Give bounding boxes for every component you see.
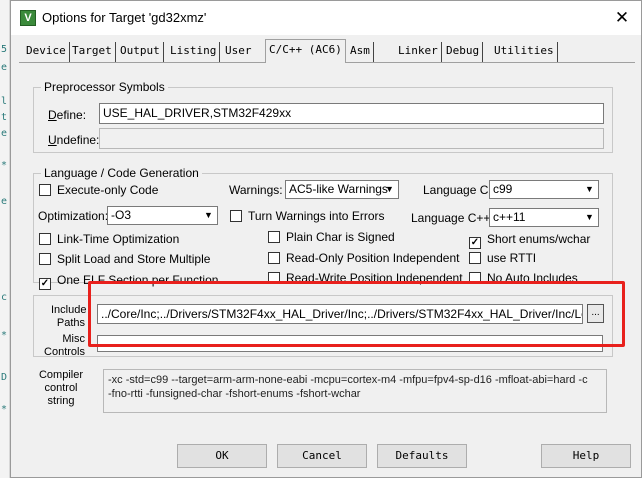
checkbox-box bbox=[230, 210, 242, 222]
checkbox-box bbox=[39, 184, 51, 196]
bg-char: e bbox=[1, 128, 8, 139]
short-enums-checkbox[interactable]: ✓ Short enums/wchar bbox=[469, 232, 590, 249]
warnings-select[interactable]: AC5-like Warnings ▼ bbox=[285, 180, 399, 199]
misc-controls-label: Misc Controls bbox=[44, 333, 85, 358]
execute-only-checkbox[interactable]: Execute-only Code bbox=[39, 183, 158, 197]
plain-char-checkbox[interactable]: Plain Char is Signed bbox=[268, 230, 395, 244]
warnings-label: Warnings: bbox=[229, 183, 283, 197]
chevron-down-icon: ▼ bbox=[204, 210, 213, 220]
checkbox-box: ✓ bbox=[469, 237, 481, 249]
define-label: Define: bbox=[48, 108, 87, 122]
bg-char: * bbox=[1, 404, 8, 415]
undefine-input[interactable] bbox=[99, 128, 604, 149]
tab-debug[interactable]: Debug bbox=[443, 42, 484, 62]
background-editor-strip: 5 e l t e * e c * D * bbox=[0, 0, 10, 478]
checkbox-box bbox=[268, 252, 280, 264]
title-bar: V Options for Target 'gd32xmz' ✕ bbox=[11, 1, 641, 35]
undefine-label: Undefine: bbox=[48, 133, 100, 147]
define-input[interactable]: USE_HAL_DRIVER,STM32F429xx bbox=[99, 103, 604, 124]
tab-cpp-ac6[interactable]: C/C++ (AC6) bbox=[265, 39, 346, 63]
bg-char: * bbox=[1, 160, 8, 171]
language-cpp-label: Language C++: bbox=[411, 211, 494, 225]
tab-asm[interactable]: Asm bbox=[347, 42, 374, 62]
defaults-button[interactable]: Defaults bbox=[377, 444, 467, 468]
language-c-select[interactable]: c99 ▼ bbox=[489, 180, 599, 199]
use-rtti-checkbox[interactable]: use RTTI bbox=[469, 251, 536, 265]
split-load-checkbox[interactable]: Split Load and Store Multiple bbox=[39, 252, 210, 266]
chevron-down-icon: ▼ bbox=[385, 184, 394, 194]
language-c-label: Language C: bbox=[423, 183, 492, 197]
tab-user[interactable]: User bbox=[222, 42, 255, 62]
options-dialog: V Options for Target 'gd32xmz' ✕ Device … bbox=[10, 0, 642, 478]
tab-listing[interactable]: Listing bbox=[167, 42, 221, 62]
read-only-pi-checkbox[interactable]: Read-Only Position Independent bbox=[268, 251, 459, 265]
close-icon[interactable]: ✕ bbox=[609, 6, 635, 30]
tab-target[interactable]: Target bbox=[69, 42, 116, 62]
checkbox-box: ✓ bbox=[39, 278, 51, 290]
link-time-checkbox[interactable]: Link-Time Optimization bbox=[39, 232, 179, 246]
turn-warnings-errors-checkbox[interactable]: Turn Warnings into Errors bbox=[230, 209, 384, 223]
tab-device[interactable]: Device bbox=[23, 42, 70, 62]
chevron-down-icon: ▼ bbox=[585, 212, 594, 222]
include-paths-label: Include Paths bbox=[51, 304, 87, 329]
compiler-control-string: -xc -std=c99 --target=arm-arm-none-eabi … bbox=[103, 369, 607, 413]
checkbox-box bbox=[268, 231, 280, 243]
bg-char: t bbox=[1, 112, 8, 123]
preprocessor-group-label: Preprocessor Symbols bbox=[41, 80, 168, 94]
help-button[interactable]: Help bbox=[541, 444, 631, 468]
checkbox-box bbox=[39, 253, 51, 265]
optimization-label: Optimization: bbox=[38, 209, 109, 223]
checkbox-box bbox=[469, 252, 481, 264]
bg-char: l bbox=[1, 96, 8, 107]
bg-char: * bbox=[1, 330, 8, 341]
chevron-down-icon: ▼ bbox=[585, 184, 594, 194]
bg-char: e bbox=[1, 62, 8, 73]
keil-app-icon: V bbox=[20, 10, 36, 26]
compiler-control-label: Compiler control string bbox=[38, 369, 83, 407]
tab-output[interactable]: Output bbox=[117, 42, 164, 62]
bg-char: c bbox=[1, 292, 8, 303]
bg-char: e bbox=[1, 196, 8, 207]
language-cpp-select[interactable]: c++11 ▼ bbox=[489, 208, 599, 227]
highlight-annotation bbox=[88, 281, 625, 347]
tab-utilities[interactable]: Utilities bbox=[491, 42, 558, 62]
checkbox-box bbox=[39, 233, 51, 245]
language-group-label: Language / Code Generation bbox=[41, 166, 202, 180]
window-title: Options for Target 'gd32xmz' bbox=[42, 10, 207, 25]
cancel-button[interactable]: Cancel bbox=[277, 444, 367, 468]
bg-char: 5 bbox=[1, 44, 8, 55]
ok-button[interactable]: OK bbox=[177, 444, 267, 468]
optimization-select[interactable]: -O3 ▼ bbox=[107, 206, 218, 225]
bg-char: D bbox=[1, 372, 8, 383]
tab-linker[interactable]: Linker bbox=[395, 42, 442, 62]
